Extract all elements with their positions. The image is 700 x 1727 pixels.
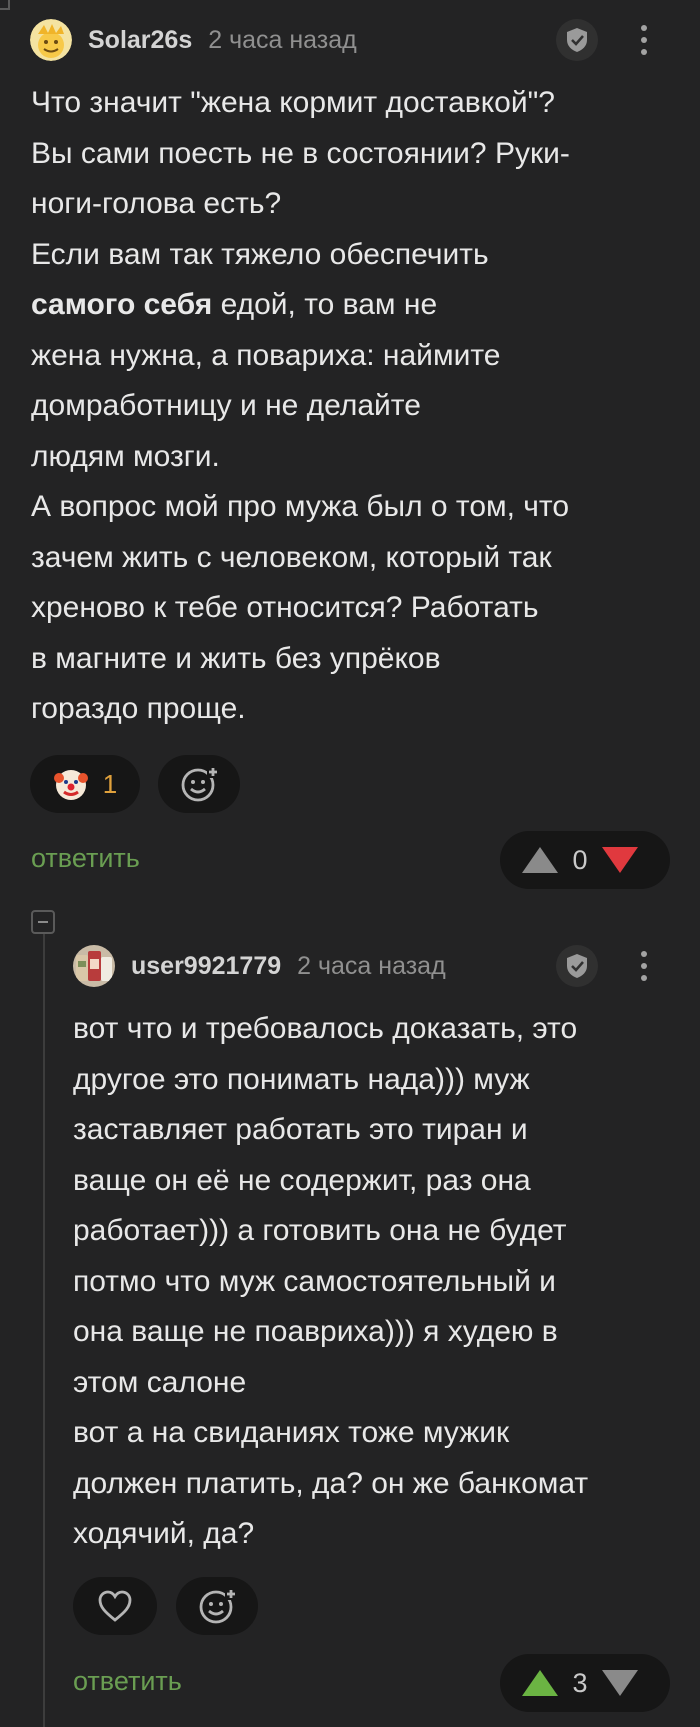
reaction-clown[interactable]: 1 bbox=[30, 755, 140, 813]
add-emoji-icon bbox=[199, 1588, 237, 1624]
comment-time[interactable]: 2 часа назад bbox=[208, 26, 357, 55]
shield-icon[interactable] bbox=[556, 19, 598, 61]
rating-value: 3 bbox=[572, 1667, 588, 1698]
comment-time[interactable]: 2 часа назад bbox=[297, 952, 446, 981]
downvote-icon[interactable] bbox=[600, 1668, 640, 1698]
more-options-icon[interactable] bbox=[634, 19, 654, 61]
reaction-count: 1 bbox=[102, 768, 118, 799]
rating-value: 0 bbox=[572, 844, 588, 875]
more-options-icon[interactable] bbox=[634, 945, 654, 987]
rating-control: 3 bbox=[500, 1654, 670, 1712]
like-button[interactable] bbox=[73, 1577, 157, 1635]
comment-header: Solar26s 2 часа назад bbox=[30, 19, 357, 61]
add-reaction-button[interactable] bbox=[176, 1577, 258, 1635]
reply-button[interactable]: ответить bbox=[73, 1666, 182, 1697]
shield-icon[interactable] bbox=[556, 945, 598, 987]
avatar[interactable] bbox=[73, 945, 115, 987]
comment-header: user9921779 2 часа назад bbox=[73, 945, 446, 987]
heart-icon bbox=[98, 1590, 132, 1622]
thread-line bbox=[43, 932, 45, 1727]
frame-corner bbox=[0, 0, 10, 10]
collapse-thread-button[interactable] bbox=[31, 910, 55, 934]
avatar[interactable] bbox=[30, 19, 72, 61]
add-reaction-button[interactable] bbox=[158, 755, 240, 813]
upvote-icon[interactable] bbox=[520, 1668, 560, 1698]
author-name[interactable]: user9921779 bbox=[131, 952, 281, 981]
downvote-icon[interactable] bbox=[600, 845, 640, 875]
reply-button[interactable]: ответить bbox=[31, 843, 140, 874]
rating-control: 0 bbox=[500, 831, 670, 889]
add-emoji-icon bbox=[181, 766, 219, 802]
upvote-icon[interactable] bbox=[520, 845, 560, 875]
author-name[interactable]: Solar26s bbox=[88, 26, 192, 55]
clown-face-icon bbox=[53, 770, 88, 800]
comment-text: Что значит "жена кормит доставкой"? Вы с… bbox=[31, 86, 570, 725]
comment-text: вот что и требовалось доказать, это друг… bbox=[73, 1012, 589, 1550]
